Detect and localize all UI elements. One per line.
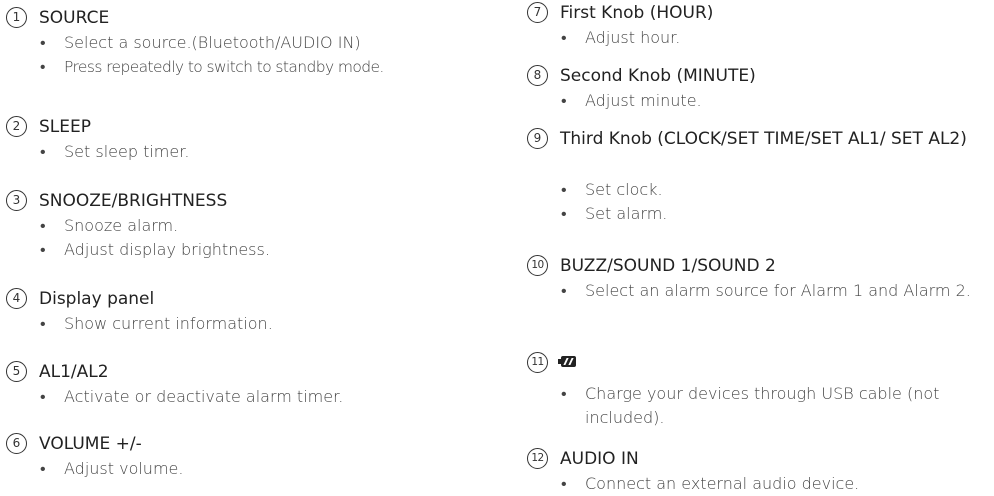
item-title: Second Knob (MINUTE)	[560, 66, 756, 86]
item-title: AUDIO IN	[560, 449, 639, 469]
bullet-text: Adjust minute.	[523, 89, 991, 113]
item-third-knob: 9 Third Knob (CLOCK/SET TIME/SET AL1/ SET…	[523, 126, 991, 226]
callout-number: 10	[527, 255, 548, 276]
bullet-text: Adjust display brightness.	[2, 238, 472, 262]
item-audio-in: 12 AUDIO IN Connect an external audio dev…	[523, 446, 991, 496]
item-title: SOURCE	[39, 8, 110, 28]
bullet-text: Charge your devices through USB cable (n…	[523, 382, 991, 430]
bullet-text: Adjust volume.	[2, 457, 472, 481]
callout-number: 2	[6, 116, 27, 137]
item-volume: 6 VOLUME +/- Adjust volume.	[2, 431, 472, 481]
item-source: 1 SOURCE Select a source.(Bluetooth/AUDIO…	[2, 5, 472, 79]
callout-number: 9	[527, 128, 548, 149]
item-title: First Knob (HOUR)	[560, 3, 714, 23]
item-title: BUZZ/SOUND 1/SOUND 2	[560, 256, 776, 276]
item-al1-al2: 5 AL1/AL2 Activate or deactivate alarm ti…	[2, 359, 472, 409]
callout-number: 6	[6, 433, 27, 454]
bullet-text: Activate or deactivate alarm timer.	[2, 385, 472, 409]
callout-number: 4	[6, 288, 27, 309]
callout-number: 7	[527, 2, 548, 23]
item-snooze-brightness: 3 SNOOZE/BRIGHTNESS Snooze alarm. Adjust …	[2, 188, 472, 262]
item-title: SNOOZE/BRIGHTNESS	[39, 191, 228, 211]
item-title: Display panel	[39, 289, 155, 309]
bullet-text: Connect an external audio device.	[523, 472, 991, 496]
bullet-text: Select an alarm source for Alarm 1 and A…	[523, 279, 991, 303]
bullet-text: Set alarm.	[523, 202, 991, 226]
item-title: AL1/AL2	[39, 362, 109, 382]
item-display-panel: 4 Display panel Show current information.	[2, 286, 472, 336]
callout-number: 8	[527, 65, 548, 86]
bullet-text: Set clock.	[523, 178, 991, 202]
bullet-text: Show current information.	[2, 312, 472, 336]
bullet-text: Select a source.(Bluetooth/AUDIO IN)	[2, 31, 472, 55]
callout-number: 12	[527, 448, 548, 469]
bullet-text: Snooze alarm.	[2, 214, 472, 238]
item-sleep: 2 SLEEP Set sleep timer.	[2, 114, 472, 164]
bullet-text: Press repeatedly to switch to standby mo…	[2, 55, 472, 79]
item-title: Third Knob (CLOCK/SET TIME/SET AL1/ SET …	[560, 129, 967, 149]
item-first-knob: 7 First Knob (HOUR) Adjust hour.	[523, 0, 991, 50]
item-second-knob: 8 Second Knob (MINUTE) Adjust minute.	[523, 63, 991, 113]
item-usb-charge: 11 Charge your devices through USB cable…	[523, 350, 991, 430]
bullet-text: Set sleep timer.	[2, 140, 472, 164]
item-buzz-sound: 10 BUZZ/SOUND 1/SOUND 2 Select an alarm s…	[523, 253, 991, 303]
usb-charge-icon	[558, 356, 576, 367]
callout-number: 11	[527, 352, 548, 373]
callout-number: 5	[6, 361, 27, 382]
item-title: SLEEP	[39, 117, 91, 137]
item-title: VOLUME +/-	[39, 434, 142, 454]
callout-number: 3	[6, 190, 27, 211]
bullet-text: Adjust hour.	[523, 26, 991, 50]
callout-number: 1	[6, 7, 27, 28]
